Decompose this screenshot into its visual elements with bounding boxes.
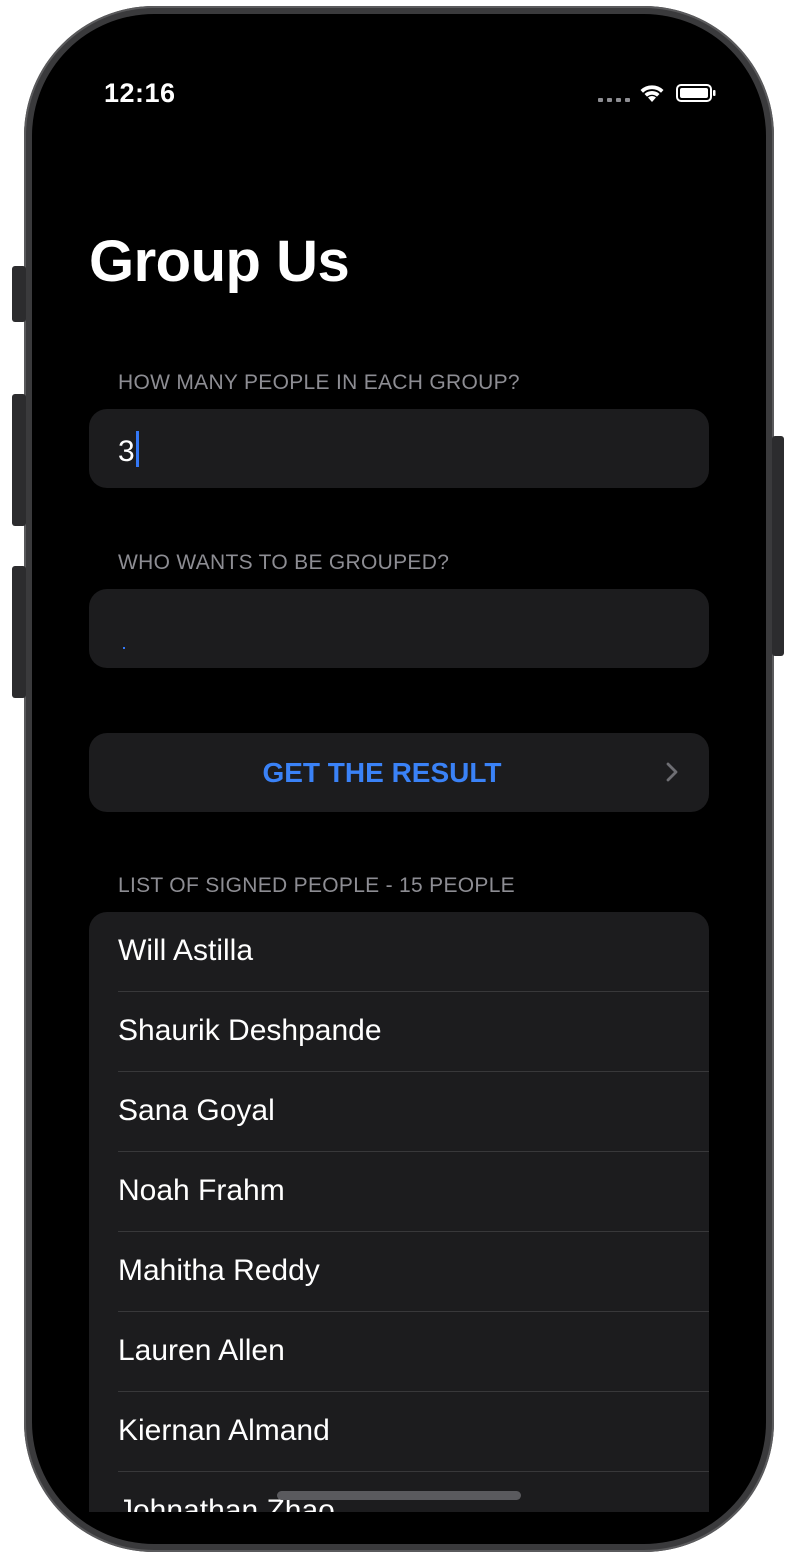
group-size-input[interactable]: 3 <box>118 431 139 469</box>
list-item[interactable]: Will Astilla <box>118 912 709 992</box>
volume-down-button <box>12 566 26 698</box>
person-name: Lauren Allen <box>118 1334 285 1367</box>
person-name: Sana Goyal <box>118 1094 275 1127</box>
person-name: Kiernan Almand <box>118 1414 330 1447</box>
cellular-dots-icon <box>598 98 630 102</box>
power-button <box>772 436 784 656</box>
silent-switch <box>12 266 26 322</box>
group-size-value: 3 <box>118 435 135 468</box>
person-name: Noah Frahm <box>118 1174 285 1207</box>
list-item[interactable]: Sana Goyal <box>118 1072 709 1152</box>
get-result-button[interactable]: GET THE RESULT <box>89 733 709 812</box>
get-result-label: GET THE RESULT <box>262 757 502 788</box>
list-item[interactable]: Kiernan Almand <box>118 1392 709 1472</box>
text-caret <box>123 647 125 649</box>
app-screen: 12:16 Group Us HOW MANY PEOPLE IN EACH G… <box>32 14 766 1544</box>
list-item[interactable]: Lauren Allen <box>118 1312 709 1392</box>
chevron-right-icon <box>666 762 678 782</box>
person-name: Shaurik Deshpande <box>118 1014 382 1047</box>
participants-header: WHO WANTS TO BE GROUPED? <box>118 551 450 574</box>
list-item[interactable]: Noah Frahm <box>118 1152 709 1232</box>
people-list-header: LIST OF SIGNED PEOPLE - 15 PEOPLE <box>118 874 515 897</box>
battery-icon <box>676 84 716 102</box>
person-name: Will Astilla <box>118 934 254 967</box>
volume-up-button <box>12 394 26 526</box>
person-name: Mahitha Reddy <box>118 1254 320 1287</box>
text-caret <box>135 431 139 467</box>
list-item[interactable]: Mahitha Reddy <box>118 1232 709 1312</box>
group-size-header: HOW MANY PEOPLE IN EACH GROUP? <box>118 371 520 394</box>
participants-field[interactable] <box>89 589 709 668</box>
status-time: 12:16 <box>104 78 176 108</box>
list-item[interactable]: Shaurik Deshpande <box>118 992 709 1072</box>
page-title: Group Us <box>89 229 350 294</box>
wifi-icon <box>640 85 664 102</box>
group-size-field[interactable]: 3 <box>89 409 709 488</box>
people-list[interactable]: Will Astilla Shaurik Deshpande Sana Goya… <box>89 912 709 1512</box>
home-indicator[interactable] <box>277 1491 521 1500</box>
